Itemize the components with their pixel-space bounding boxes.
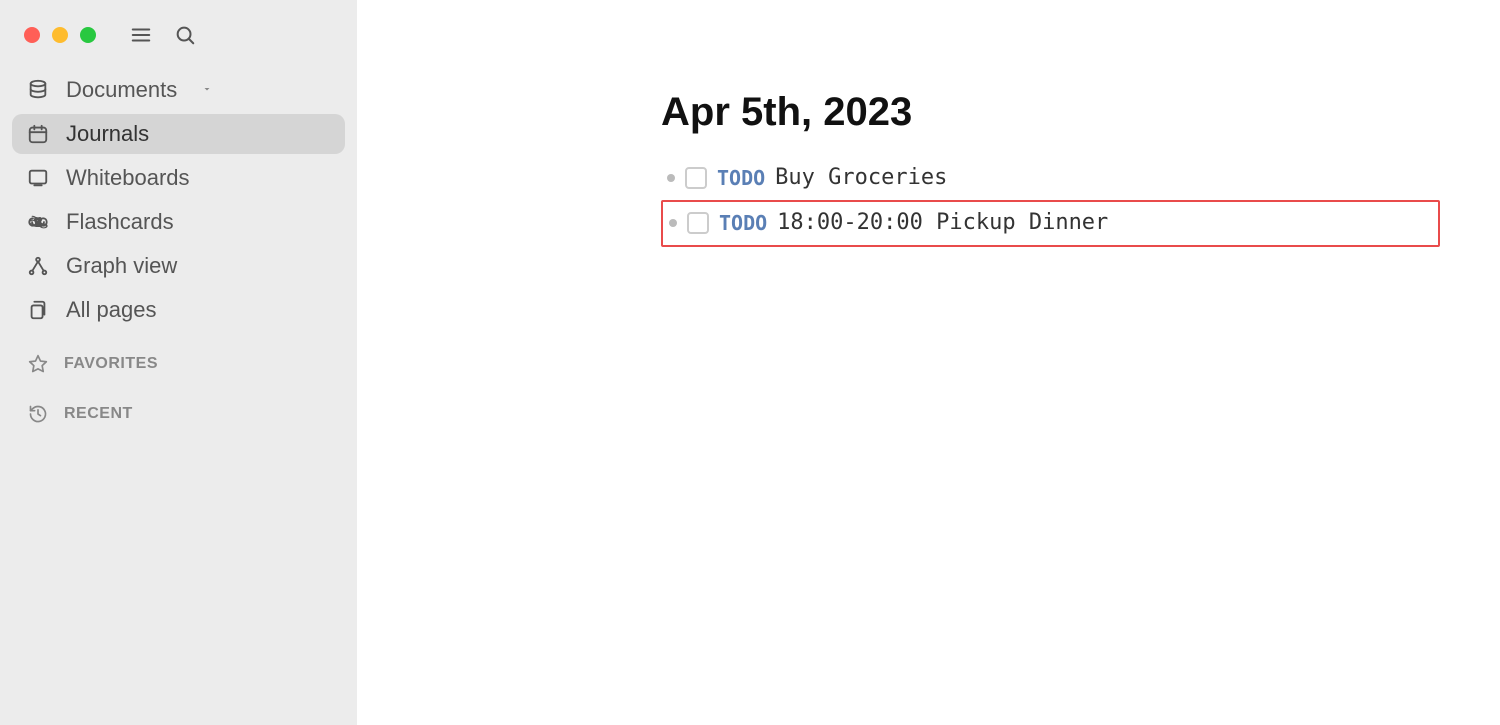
sidebar-item-all-pages[interactable]: All pages (12, 290, 345, 330)
sidebar-item-graph-view[interactable]: Graph view (12, 246, 345, 286)
sidebar-item-documents[interactable]: Documents (12, 70, 345, 110)
task-text[interactable]: Buy Groceries (775, 163, 947, 194)
sidebar-item-journals[interactable]: Journals (12, 114, 345, 154)
task-row-highlighted[interactable]: TODO 18:00-20:00 Pickup Dinner (661, 200, 1440, 247)
bullet-icon (667, 174, 675, 182)
sidebar-item-whiteboards[interactable]: Whiteboards (12, 158, 345, 198)
top-icons (130, 24, 196, 46)
todo-tag: TODO (717, 164, 765, 192)
history-icon (26, 402, 50, 426)
graph-icon (26, 254, 50, 278)
task-row[interactable]: TODO Buy Groceries (661, 157, 1440, 200)
sidebar-section-favorites[interactable]: FAVORITES (12, 334, 345, 384)
section-label: RECENT (64, 405, 133, 423)
section-label: FAVORITES (64, 355, 158, 373)
database-icon (26, 78, 50, 102)
window-maximize-button[interactable] (80, 27, 96, 43)
sidebar-item-label: All pages (66, 299, 157, 321)
sidebar-item-label: Graph view (66, 255, 177, 277)
window-minimize-button[interactable] (52, 27, 68, 43)
task-text[interactable]: 18:00-20:00 Pickup Dinner (777, 208, 1108, 239)
sidebar-item-label: Journals (66, 123, 149, 145)
todo-tag: TODO (719, 209, 767, 237)
infinity-icon (26, 210, 50, 234)
menu-icon[interactable] (130, 24, 152, 46)
search-icon[interactable] (174, 24, 196, 46)
calendar-icon (26, 122, 50, 146)
sidebar-item-label: Whiteboards (66, 167, 190, 189)
sidebar: Documents Journals Whiteboards Flashcard… (0, 0, 357, 725)
chevron-down-icon (201, 83, 213, 97)
sidebar-section-recent[interactable]: RECENT (12, 384, 345, 434)
sidebar-item-flashcards[interactable]: Flashcards (12, 202, 345, 242)
pages-icon (26, 298, 50, 322)
window-controls (12, 16, 345, 70)
star-icon (26, 352, 50, 376)
sidebar-item-label: Flashcards (66, 211, 174, 233)
task-checkbox[interactable] (685, 167, 707, 189)
sidebar-item-label: Documents (66, 79, 177, 101)
bullet-icon (669, 219, 677, 227)
window-close-button[interactable] (24, 27, 40, 43)
whiteboard-icon (26, 166, 50, 190)
task-checkbox[interactable] (687, 212, 709, 234)
main-content: Apr 5th, 2023 TODO Buy Groceries TODO 18… (357, 0, 1500, 725)
page-title: Apr 5th, 2023 (661, 90, 1440, 135)
